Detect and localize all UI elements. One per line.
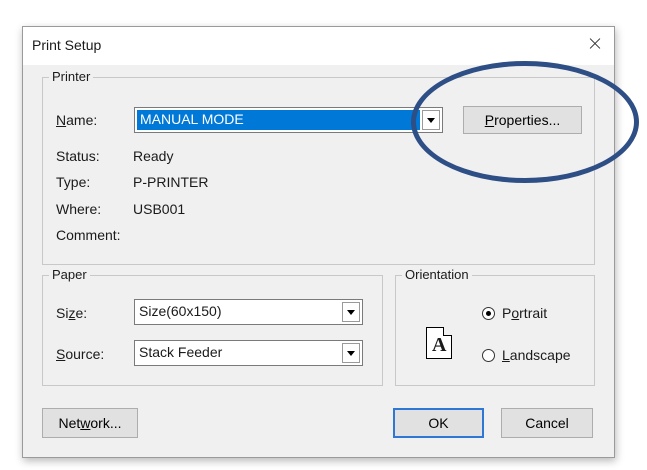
comment-label: Comment: [56, 227, 121, 243]
size-label: Size: [56, 305, 88, 321]
orientation-group-label: Orientation [402, 267, 472, 282]
where-label: Where: [56, 201, 102, 217]
paper-group: Paper Size: Size(60x150) Source: Stack F… [42, 267, 383, 386]
landscape-label[interactable]: Landscape [502, 347, 571, 363]
chevron-down-icon[interactable] [342, 302, 360, 322]
portrait-page-icon: A [426, 327, 452, 359]
cancel-button[interactable]: Cancel [501, 408, 593, 438]
network-button[interactable]: Network... [42, 408, 138, 438]
printer-group-label: Printer [49, 69, 94, 84]
type-value: P-PRINTER [133, 174, 209, 190]
printer-group: Printer Name: MANUAL MODE Properties... … [42, 69, 595, 265]
source-label: Source: [56, 346, 105, 362]
paper-size-value: Size(60x150) [139, 303, 222, 319]
properties-button[interactable]: Properties... [463, 106, 582, 134]
print-setup-dialog: Print Setup Printer Name: MANUAL MODE Pr… [22, 26, 615, 458]
paper-group-label: Paper [49, 267, 90, 282]
dialog-title: Print Setup [32, 37, 102, 53]
orientation-group: Orientation A Portrait Landscape [395, 267, 595, 386]
chevron-down-icon[interactable] [422, 110, 440, 130]
landscape-radio[interactable] [482, 349, 495, 362]
name-label: Name: [56, 112, 98, 128]
paper-size-select[interactable]: Size(60x150) [134, 299, 363, 325]
type-label: Type: [56, 174, 91, 190]
portrait-radio[interactable] [482, 307, 495, 320]
title-bar: Print Setup [23, 27, 614, 65]
portrait-label[interactable]: Portrait [502, 305, 547, 321]
ok-button[interactable]: OK [393, 408, 484, 438]
where-value: USB001 [133, 201, 186, 217]
printer-name-select[interactable]: MANUAL MODE [134, 107, 443, 133]
paper-source-value: Stack Feeder [139, 344, 223, 360]
chevron-down-icon[interactable] [342, 343, 360, 363]
status-label: Status: [56, 148, 100, 164]
paper-source-select[interactable]: Stack Feeder [134, 340, 363, 366]
close-icon[interactable] [584, 33, 606, 55]
printer-name-value: MANUAL MODE [137, 110, 420, 130]
status-value: Ready [133, 148, 174, 164]
